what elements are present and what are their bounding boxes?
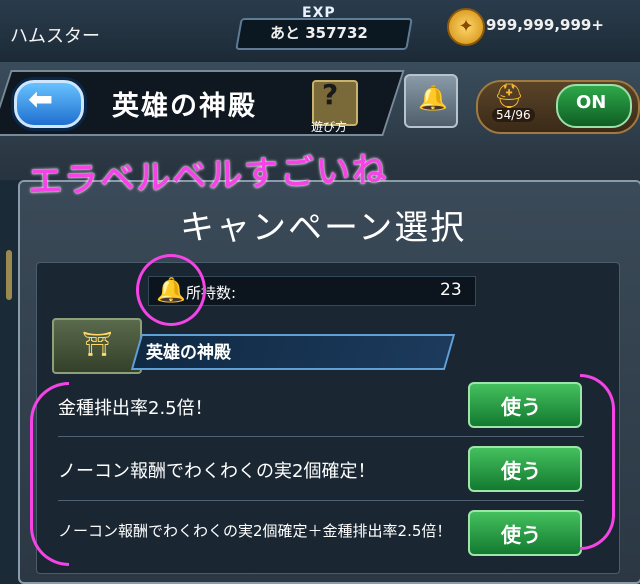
section-title: 英雄の神殿 bbox=[146, 343, 231, 363]
annotation-bracket-right bbox=[580, 374, 615, 550]
helmet-icon: ⛑ bbox=[494, 82, 525, 110]
divider bbox=[58, 436, 584, 437]
scroll-handle[interactable] bbox=[6, 250, 12, 300]
on-toggle-label: ON bbox=[576, 92, 607, 113]
use-button-label: 使う bbox=[501, 395, 541, 419]
modal-title: キャンペーン選択 bbox=[180, 208, 467, 248]
exp-label: EXP bbox=[302, 5, 336, 21]
use-button-label: 使う bbox=[501, 523, 541, 547]
coin-icon: ✦ bbox=[447, 8, 485, 46]
arrow-left-icon: ⬅ bbox=[28, 82, 54, 117]
help-label: 遊び方 bbox=[311, 120, 348, 134]
annotation-circle bbox=[136, 254, 206, 326]
option-label: ノーコン報酬でわくわくの実2個確定＋金種排出率2.5倍！ bbox=[58, 522, 452, 540]
divider bbox=[58, 500, 584, 501]
option-label: ノーコン報酬でわくわくの実2個確定！ bbox=[58, 461, 376, 482]
temple-icon: ⛩ bbox=[82, 330, 113, 358]
question-icon: ? bbox=[322, 78, 339, 111]
page-title: 英雄の神殿 bbox=[112, 91, 257, 122]
owned-value: 23 bbox=[440, 280, 462, 300]
annotation-bracket-left bbox=[30, 382, 69, 566]
use-button-label: 使う bbox=[501, 459, 541, 483]
auto-count: 54/96 bbox=[492, 108, 535, 122]
player-name: ハムスター bbox=[10, 26, 100, 47]
exp-remaining: あと 357732 bbox=[270, 24, 368, 42]
option-label: 金種排出率2.5倍！ bbox=[58, 398, 213, 419]
bell-icon: 🔔 bbox=[418, 84, 448, 112]
coin-count: 999,999,999+ bbox=[486, 16, 604, 34]
